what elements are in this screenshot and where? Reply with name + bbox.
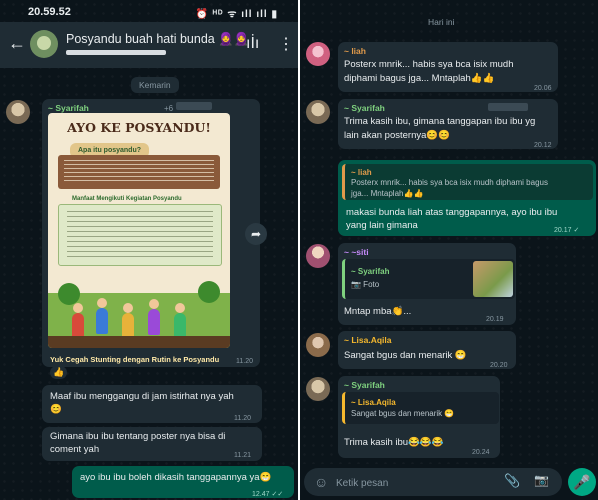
message-text: Posterx mnrik... habis sya bca isix mudh (344, 59, 514, 70)
poster-tree (198, 281, 220, 303)
poster-child (148, 299, 160, 335)
forward-icon[interactable]: ➦ (245, 223, 267, 245)
status-icons: ⏰ ᴴᴰ ᯤ ıll ıll ▮ (195, 9, 278, 20)
message-sender: ~ liah (344, 46, 366, 56)
poster-tree (58, 283, 80, 305)
message-time: 12.47 ✓✓ (252, 491, 284, 498)
status-bar: 20.59.52 ⏰ ᴴᴰ ᯤ ıll ıll ▮ (0, 0, 298, 22)
poster-definition-box (58, 155, 220, 189)
message-bubble[interactable]: ~ liah Posterx mnrik... habis sya bca is… (338, 42, 558, 92)
avatar-syarifah[interactable] (306, 377, 330, 401)
quoted-text: jga... Mntaplah👍👍 (351, 189, 424, 198)
avatar-syarifah[interactable] (6, 100, 30, 124)
message-time: 11.21 (234, 452, 251, 459)
back-arrow-icon[interactable]: ← (8, 34, 26, 52)
group-avatar[interactable] (30, 30, 58, 58)
quoted-text: Sangat bgus dan menarik 😁 (351, 409, 455, 418)
message-bubble[interactable]: ~ Lisa.Aqila Sangat bgus dan menarik 😁 2… (338, 331, 516, 369)
date-chip-today: Hari ini (428, 17, 455, 27)
quoted-photo-thumbnail (473, 261, 513, 297)
quoted-text: Posterx mnrik... habis sya bca isix mudh… (351, 178, 548, 187)
poster-child (96, 298, 108, 334)
quoted-message[interactable]: ~ Syarifah 📷 Foto (342, 259, 515, 299)
message-sender: ~ Syarifah (344, 380, 385, 390)
message-time: 20.12 (534, 142, 552, 149)
message-bubble[interactable]: Maaf ibu menggangu di jam istirhat nya y… (42, 385, 262, 423)
message-time: 20.24 (472, 449, 490, 456)
message-bubble[interactable]: ~ Syarifah Trima kasih ibu, gimana tangg… (338, 99, 558, 149)
emoji-icon[interactable]: ☺ (314, 474, 328, 490)
status-time: 20.59.52 (28, 6, 71, 18)
phone-redacted (176, 102, 212, 110)
message-text: 😊 (50, 404, 62, 415)
poster-benefits-box (58, 204, 222, 266)
left-chat-screen: 20.59.52 ⏰ ᴴᴰ ᯤ ıll ıll ▮ ← Posyandu bua… (0, 0, 298, 500)
attach-icon[interactable]: 📎 (504, 473, 520, 489)
message-sender: ~ Lisa.Aqila (344, 335, 392, 345)
message-sender: ~ ~siti (344, 247, 369, 257)
compose-bar: ☺ 📎 📷 🎤 (300, 464, 598, 500)
voice-call-icon[interactable]: ıİı (246, 35, 259, 53)
outgoing-reply-message[interactable]: ~ liah Posterx mnrik... habis sya bca is… (338, 160, 596, 236)
poster-message[interactable]: ~ Syarifah +6 AYO KE POSYANDU! Apa itu p… (42, 99, 260, 367)
outgoing-message[interactable]: ayo ibu ibu boleh dikasih tanggapannya y… (72, 466, 294, 498)
message-text: yang lain gimana (346, 220, 418, 231)
group-members-redacted (66, 50, 166, 55)
more-options-icon[interactable]: ⋮ (278, 34, 294, 54)
message-text: Maaf ibu menggangu di jam istirhat nya y… (50, 391, 234, 402)
quoted-sender: ~ Syarifah (351, 267, 390, 276)
message-text: coment yah (50, 444, 100, 455)
message-time: 20.19 (486, 316, 504, 323)
quoted-text: 📷 Foto (351, 280, 380, 289)
avatar-lisa[interactable] (306, 333, 330, 357)
message-input-box[interactable]: ☺ 📎 📷 (304, 468, 562, 496)
avatar-liah[interactable] (306, 42, 330, 66)
message-text: makasi bunda liah atas tanggapannya, ayo… (346, 207, 558, 218)
message-text: Trima kasih ibu, gimana tanggapan ibu ib… (344, 116, 536, 127)
avatar-siti[interactable] (306, 244, 330, 268)
message-text: Trima kasih ibu😂😂😂 (344, 437, 444, 448)
poster-footer (48, 336, 230, 348)
message-text: Gimana ibu ibu tentang poster nya bisa d… (50, 431, 226, 442)
poster-image[interactable]: AYO KE POSYANDU! Apa itu posyandu? Manfa… (48, 113, 230, 348)
message-time: 11.20 (234, 415, 251, 422)
message-bubble[interactable]: ~ ~siti ~ Syarifah 📷 Foto Mntap mba👏... … (338, 243, 516, 325)
quoted-message[interactable]: ~ liah Posterx mnrik... habis sya bca is… (342, 164, 593, 200)
message-text: ayo ibu ibu boleh dikasih tanggapannya y… (80, 472, 272, 483)
message-text: diphami bagus jga... Mntaplah👍👍 (344, 73, 495, 84)
date-chip-yesterday: Kemarin (131, 77, 179, 93)
mic-icon[interactable]: 🎤 (568, 468, 596, 496)
message-bubble[interactable]: Gimana ibu ibu tentang poster nya bisa d… (42, 427, 262, 461)
group-title[interactable]: Posyandu buah hati bunda 🧕🧕 (66, 32, 249, 47)
message-time: 20.20 (490, 362, 508, 369)
message-sender: ~ Syarifah (344, 103, 385, 113)
message-text: lain akan posternya😊😊 (344, 130, 451, 141)
phone-redacted (488, 103, 528, 111)
right-chat-screen: Hari ini ~ liah Posterx mnrik... habis s… (300, 0, 598, 500)
message-text: Sangat bgus dan menarik 😁 (344, 350, 467, 361)
camera-icon[interactable]: 📷 (534, 473, 549, 487)
message-time: 20.06 (534, 85, 552, 92)
poster-caption: Yuk Cegah Stunting dengan Rutin ke Posya… (50, 355, 220, 364)
avatar-syarifah[interactable] (306, 100, 330, 124)
quoted-message[interactable]: ~ Lisa.Aqila Sangat bgus dan menarik 😁 (342, 392, 499, 424)
chat-header: ← Posyandu buah hati bunda 🧕🧕 ıİı ⋮ (0, 22, 298, 68)
message-text: Mntap mba👏... (344, 306, 412, 317)
message-time: 11.20 (236, 358, 253, 365)
message-input[interactable] (334, 472, 488, 494)
message-reaction[interactable]: 👍 (50, 366, 68, 379)
message-time: 20.17 ✓ (554, 227, 580, 234)
poster-title: AYO KE POSYANDU! (67, 120, 211, 135)
message-bubble[interactable]: ~ Syarifah ~ Lisa.Aqila Sangat bgus dan … (338, 376, 500, 458)
